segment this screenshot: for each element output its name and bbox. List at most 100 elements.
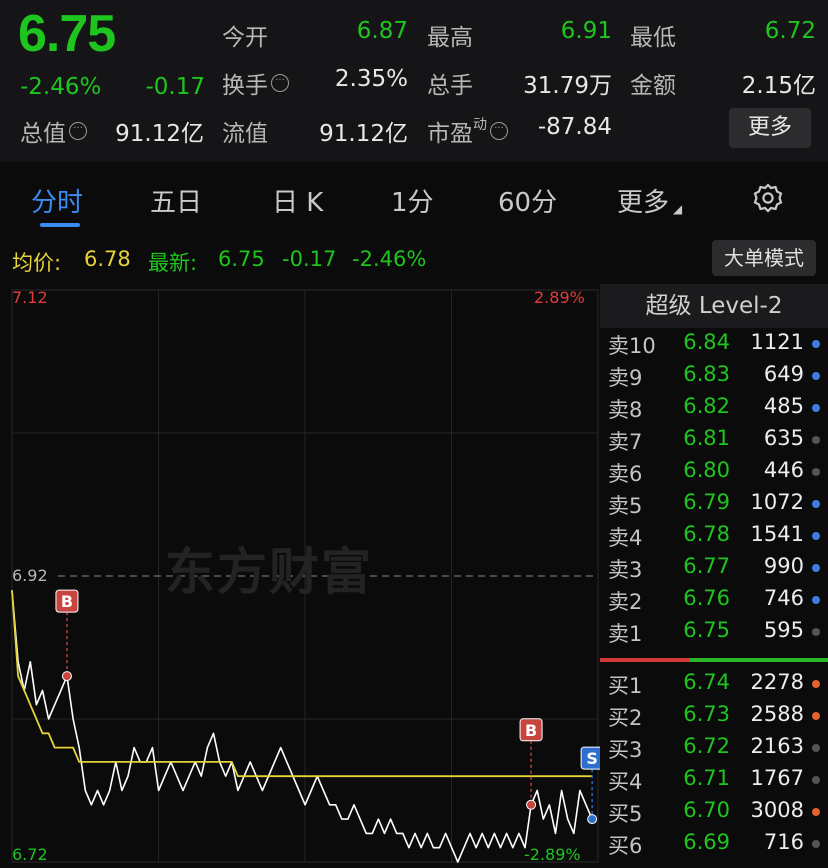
info-ellipsis-icon[interactable]: ··· [490,122,508,140]
tab-more[interactable]: 更多 ◢ [617,182,682,219]
gear-icon[interactable] [752,182,784,214]
level-label: 买4 [608,770,643,794]
ask-row[interactable]: 卖10 6.84 1121 [600,328,828,360]
level-label: 卖4 [608,526,643,550]
open-label: 今开 [222,25,268,51]
ask-bid-divider [600,658,828,662]
level-volume: 990 [763,554,804,578]
level-price: 6.74 [683,670,730,694]
order-book[interactable]: 超级 Level-2 卖10 6.84 1121 卖9 6.83 649 卖8 6.82 485… [600,284,828,868]
marker-letter: B [61,592,73,611]
change-percent: -2.46% [20,74,102,100]
info-ellipsis-icon[interactable]: ··· [271,74,289,92]
level-volume: 446 [763,458,804,482]
order-dot-icon [812,500,820,508]
level-volume: 1767 [750,766,804,790]
price-series-line [11,590,593,863]
tab-five-day[interactable]: 五日 [150,182,202,219]
chart-period-tabs: 分时 五日 日 K 1分 60分 更多 ◢ [0,168,828,232]
high-value: 6.91 [560,18,612,44]
order-dot-icon [812,468,820,476]
y-axis-top-percent: 2.89% [534,288,585,307]
big-order-mode-button[interactable]: 大单模式 [712,240,816,276]
volume-label: 总手 [427,73,473,99]
market-cap-label[interactable]: 总值 ··· [20,114,87,148]
level2-title[interactable]: 超级 Level-2 [600,284,828,328]
bid-row[interactable]: 买3 6.72 2163 [600,732,828,764]
turnover-rate-label[interactable]: 换手 ··· [222,66,289,100]
bid-row[interactable]: 买6 6.69 716 [600,828,828,860]
ask-row[interactable]: 卖1 6.75 595 [600,616,828,648]
order-dot-icon [812,628,820,636]
marker-dot [526,799,537,810]
pe-value: -87.84 [537,114,612,140]
sell-marker[interactable]: S [580,746,600,825]
order-dot-icon [812,712,820,720]
low-value: 6.72 [764,18,816,44]
bid-row[interactable]: 买2 6.73 2588 [600,700,828,732]
open-value: 6.87 [356,18,408,44]
ask-row[interactable]: 卖3 6.77 990 [600,552,828,584]
order-dot-icon [812,564,820,572]
amount-value: 2.15亿 [741,73,816,99]
bid-row[interactable]: 买1 6.74 2278 [600,668,828,700]
level-label: 买2 [608,706,643,730]
change-value: -0.17 [145,74,205,100]
level-price: 6.77 [683,554,730,578]
order-dot-icon [812,840,820,848]
ask-row[interactable]: 卖7 6.81 635 [600,424,828,456]
level-label: 卖5 [608,494,643,518]
tab-daily-k[interactable]: 日 K [272,182,323,219]
tab-60min[interactable]: 60分 [498,182,557,219]
level-price: 6.82 [683,394,730,418]
tab-intraday[interactable]: 分时 [31,182,83,219]
amount-label: 金额 [630,73,676,99]
chart-lines [11,590,593,863]
more-stats-button[interactable]: 更多 [729,108,811,148]
buy-marker[interactable]: B [55,589,79,682]
marker-letter: B [525,721,537,740]
ask-row[interactable]: 卖8 6.82 485 [600,392,828,424]
turnover-rate-value: 2.35% [334,66,408,92]
level-price: 6.84 [683,330,730,354]
level-price: 6.71 [683,766,730,790]
bid-row[interactable]: 买5 6.70 3008 [600,796,828,828]
level-label: 卖10 [608,334,656,358]
intraday-chart[interactable]: B B S 东方财富 7.12 2.89% 6.92 6.72 -2.89% [0,284,600,868]
trade-markers: B B S [55,589,600,825]
float-cap-label: 流值 [222,121,268,147]
level-volume: 1541 [750,522,804,546]
order-dot-icon [812,744,820,752]
avg-price-value: 6.78 [84,247,131,271]
order-dot-icon [812,436,820,444]
level-label: 买5 [608,802,643,826]
level-volume: 1072 [750,490,804,514]
pe-label[interactable]: 市盈动 ··· [427,114,508,148]
level-volume: 746 [763,586,804,610]
high-label: 最高 [427,25,473,51]
tab-1min[interactable]: 1分 [391,182,434,219]
level-volume: 485 [763,394,804,418]
market-cap-value: 91.12亿 [115,121,204,147]
level-label: 卖6 [608,462,643,486]
ask-row[interactable]: 卖6 6.80 446 [600,456,828,488]
quote-header: 6.75 -2.46% -0.17 今开 6.87 换手 ··· 2.35% 总值… [0,0,828,162]
order-dot-icon [812,340,820,348]
float-cap-value: 91.12亿 [319,121,408,147]
level-label: 买3 [608,738,643,762]
ask-row[interactable]: 卖9 6.83 649 [600,360,828,392]
ask-row[interactable]: 卖5 6.79 1072 [600,488,828,520]
level-price: 6.76 [683,586,730,610]
level-volume: 595 [763,618,804,642]
level-label: 卖7 [608,430,643,454]
order-dot-icon [812,596,820,604]
order-dot-icon [812,532,820,540]
ask-row[interactable]: 卖2 6.76 746 [600,584,828,616]
info-ellipsis-icon[interactable]: ··· [69,122,87,140]
bid-row[interactable]: 买4 6.71 1767 [600,764,828,796]
average-series-line [11,590,593,778]
order-dot-icon [812,808,820,816]
ask-row[interactable]: 卖4 6.78 1541 [600,520,828,552]
marker-dot [61,671,72,682]
level-label: 卖1 [608,622,643,646]
